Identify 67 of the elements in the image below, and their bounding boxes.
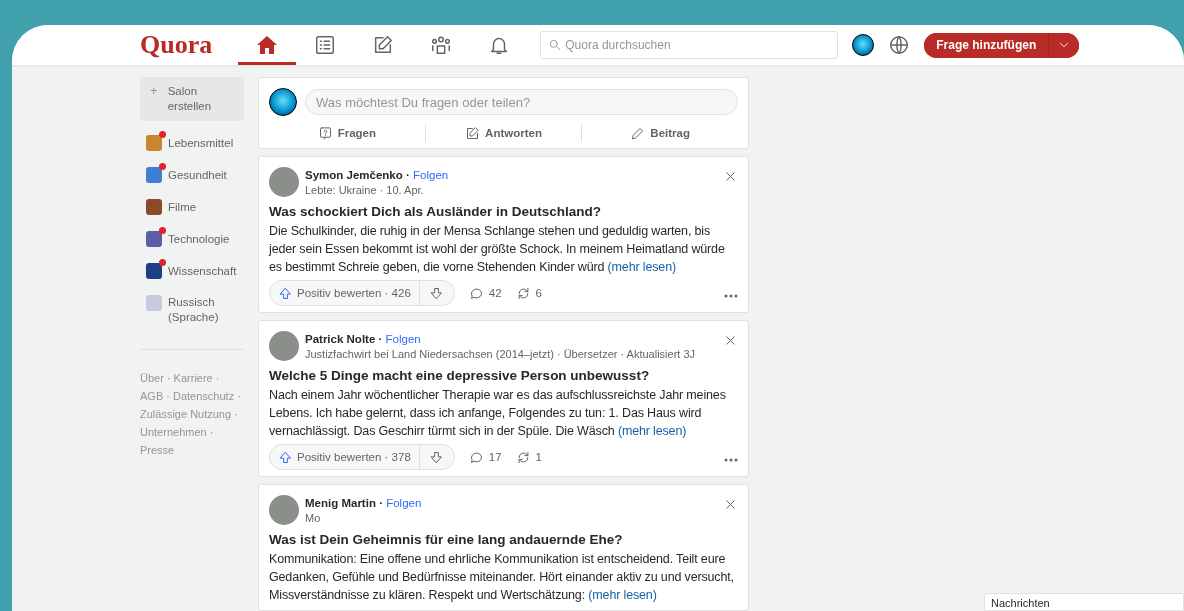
question-title[interactable]: Welche 5 Dinge macht eine depressive Person unbewusst? xyxy=(269,368,738,383)
question-icon xyxy=(317,125,333,141)
author-name[interactable]: Menig Martin xyxy=(305,497,376,509)
list-icon xyxy=(314,34,337,56)
avatar xyxy=(269,331,299,361)
comment-button[interactable]: 17 xyxy=(468,449,502,465)
sidebar-item[interactable]: Gesundheit xyxy=(140,159,244,191)
pencil-icon xyxy=(630,125,646,141)
author-name[interactable]: Symon Jemčenko xyxy=(305,169,403,181)
answer-text: Kommunikation: Eine offene und ehrliche Kommunikation ist entscheidend. Teilt eure Gedanken, Gefühle und Bedürfnisse miteinander. Hört einander aktiv zu und versucht, Missverständnisse zu klären. Respekt und Wertschätzung: (mehr lesen) xyxy=(269,551,735,604)
close-icon xyxy=(723,169,738,184)
arrow-up-icon xyxy=(278,449,293,465)
question-title[interactable]: Was ist Dein Geheimnis für eine lang andauernde Ehe? xyxy=(269,532,738,547)
logo[interactable]: Quora xyxy=(140,30,213,60)
read-more-link[interactable]: (mehr lesen) xyxy=(617,424,687,438)
sidebar-item[interactable]: Russisch (Sprache) xyxy=(140,287,244,333)
follow-link[interactable]: Folgen xyxy=(386,497,422,509)
edit-icon xyxy=(465,125,481,141)
arrow-down-icon xyxy=(429,285,445,301)
ellipsis-icon xyxy=(724,293,738,298)
edit-icon xyxy=(372,34,395,56)
arrow-up-icon xyxy=(278,285,293,301)
sidebar-item[interactable]: Lebensmittel xyxy=(140,127,244,159)
answer-text: Nach einem Jahr wöchentlicher Therapie war es das aufschlussreichste Jahr meines Lebens. Ich habe gelernt, dass ich anfange, Folgendes zu tun: 1. Das Haus wird vernachlässigt. Das Geschirr türmt sich in der Spüle. Die Wäsch (mehr lesen) xyxy=(269,387,727,440)
separator-dot: · xyxy=(406,169,410,181)
sidebar-item[interactable]: Wissenschaft xyxy=(140,255,244,287)
follow-link[interactable]: Folgen xyxy=(385,333,421,345)
refresh-icon xyxy=(515,449,531,465)
share-button[interactable]: 6 xyxy=(515,285,542,301)
share-button[interactable]: 1 xyxy=(515,449,542,465)
avatar[interactable] xyxy=(852,34,875,56)
question-field[interactable]: Was möchtest Du fragen oder teilen? xyxy=(305,89,738,115)
follow-link[interactable]: Folgen xyxy=(413,169,449,181)
messages-title[interactable]: Nachrichten xyxy=(984,593,1184,611)
post-meta: Justizfachwirt bei Land Niedersachsen (2014–jetzt) · Übersetzer · Aktualisiert 3J xyxy=(305,347,696,361)
avatar xyxy=(269,167,299,197)
avatar xyxy=(269,495,299,525)
arrow-down-icon xyxy=(429,449,445,465)
read-more-link[interactable]: (mehr lesen) xyxy=(588,588,657,602)
answer-text: Die Schulkinder, die ruhig in der Mensa Schlange stehen und geduldig warten, bis jeder sein Essen bekommt ist wohl der größte Schock. In meinem Heimatland würde es bestimmt Schreie geben, die vorne Stehenden Kinder würd (mehr lesen) xyxy=(269,223,726,276)
post-meta: Mo xyxy=(305,511,322,525)
comment-icon xyxy=(468,285,484,301)
ellipsis-icon xyxy=(724,457,738,462)
separator-dot: · xyxy=(379,497,383,509)
read-more-link[interactable]: (mehr lesen) xyxy=(607,260,676,274)
people-icon xyxy=(430,34,453,56)
search-field[interactable]: Quora durchsuchen xyxy=(540,31,839,59)
search-icon xyxy=(548,38,563,52)
plus-icon: + xyxy=(148,84,160,97)
create-space-button[interactable]: + Salon erstellen xyxy=(140,77,244,121)
question-title[interactable]: Was schockiert Dich als Ausländer in Deutschland? xyxy=(269,204,738,219)
refresh-icon xyxy=(515,285,531,301)
post-meta: Lebte: Ukraine · 10. Apr. xyxy=(305,183,425,197)
action-button[interactable]: Beitrag xyxy=(650,124,690,142)
close-icon xyxy=(723,497,738,512)
close-icon xyxy=(723,333,738,348)
action-button[interactable]: Fragen xyxy=(337,124,376,142)
sidebar-item[interactable]: Filme xyxy=(140,191,244,223)
sidebar-item[interactable]: Technologie xyxy=(140,223,244,255)
comment-icon xyxy=(468,449,484,465)
author-name[interactable]: Patrick Nolte xyxy=(305,333,376,345)
comment-button[interactable]: 42 xyxy=(468,285,502,301)
action-button[interactable]: Antworten xyxy=(485,124,542,142)
globe-icon xyxy=(888,34,911,56)
separator-dot: · xyxy=(378,333,383,345)
avatar xyxy=(269,88,297,116)
add-question-button[interactable]: Frage hinzufügen xyxy=(924,32,1050,58)
